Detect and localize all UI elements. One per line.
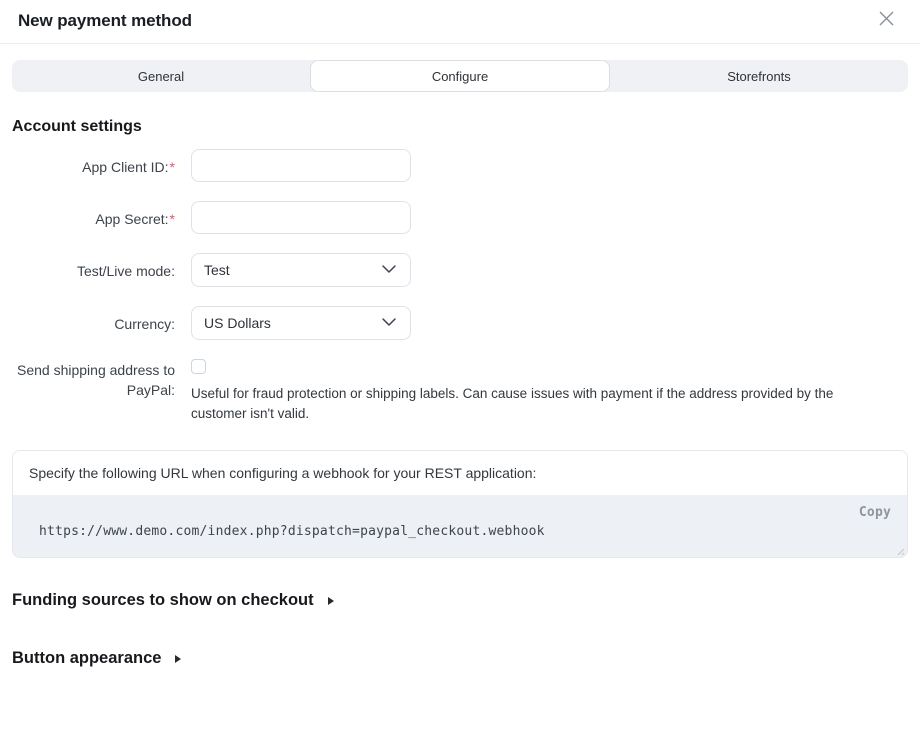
send-shipping-hint: Useful for fraud protection or shipping … — [191, 384, 891, 424]
form-row-send-shipping: Send shipping address to PayPal: Useful … — [12, 359, 908, 424]
app-client-id-field[interactable] — [191, 149, 411, 182]
webhook-url: https://www.demo.com/index.php?dispatch=… — [39, 524, 545, 539]
form-row-app-client-id: App Client ID:* — [12, 149, 908, 182]
tab-general[interactable]: General — [12, 60, 310, 92]
app-client-id-label: App Client ID:* — [12, 149, 175, 177]
webhook-url-block: https://www.demo.com/index.php?dispatch=… — [13, 495, 907, 557]
arrow-right-icon — [175, 655, 181, 663]
test-live-mode-selected-value: Test — [204, 262, 230, 278]
currency-label: Currency: — [12, 306, 175, 334]
resize-grip-icon[interactable] — [895, 545, 905, 555]
chevron-down-icon — [380, 313, 398, 334]
account-settings-heading: Account settings — [12, 118, 908, 136]
app-secret-label: App Secret:* — [12, 201, 175, 229]
webhook-instruction: Specify the following URL when configuri… — [13, 451, 907, 495]
copy-button[interactable]: Copy — [859, 505, 891, 520]
test-live-mode-label: Test/Live mode: — [12, 253, 175, 281]
currency-select[interactable]: US Dollars — [191, 306, 411, 340]
app-secret-field[interactable] — [191, 201, 411, 234]
form-row-currency: Currency: US Dollars — [12, 306, 908, 340]
send-shipping-checkbox[interactable] — [191, 359, 206, 374]
chevron-down-icon — [380, 260, 398, 281]
close-icon — [878, 10, 895, 32]
tab-storefronts[interactable]: Storefronts — [610, 60, 908, 92]
funding-sources-label: Funding sources to show on checkout — [12, 591, 314, 610]
dialog-header: New payment method — [0, 0, 920, 44]
close-button[interactable] — [876, 11, 896, 31]
form-row-app-secret: App Secret:* — [12, 201, 908, 234]
send-shipping-label: Send shipping address to PayPal: — [12, 359, 175, 400]
currency-selected-value: US Dollars — [204, 315, 271, 331]
section-funding-sources[interactable]: Funding sources to show on checkout — [12, 591, 908, 610]
dialog-body: General Configure Storefronts Account se… — [0, 60, 920, 668]
test-live-mode-select[interactable]: Test — [191, 253, 411, 287]
tab-bar: General Configure Storefronts — [12, 60, 908, 92]
form-row-test-live-mode: Test/Live mode: Test — [12, 253, 908, 287]
tab-configure[interactable]: Configure — [310, 60, 610, 92]
dialog-title: New payment method — [18, 11, 192, 31]
required-asterisk: * — [170, 159, 175, 175]
required-asterisk: * — [170, 211, 175, 227]
arrow-right-icon — [328, 597, 334, 605]
button-appearance-label: Button appearance — [12, 649, 161, 668]
webhook-panel: Specify the following URL when configuri… — [12, 450, 908, 558]
section-button-appearance[interactable]: Button appearance — [12, 649, 908, 668]
